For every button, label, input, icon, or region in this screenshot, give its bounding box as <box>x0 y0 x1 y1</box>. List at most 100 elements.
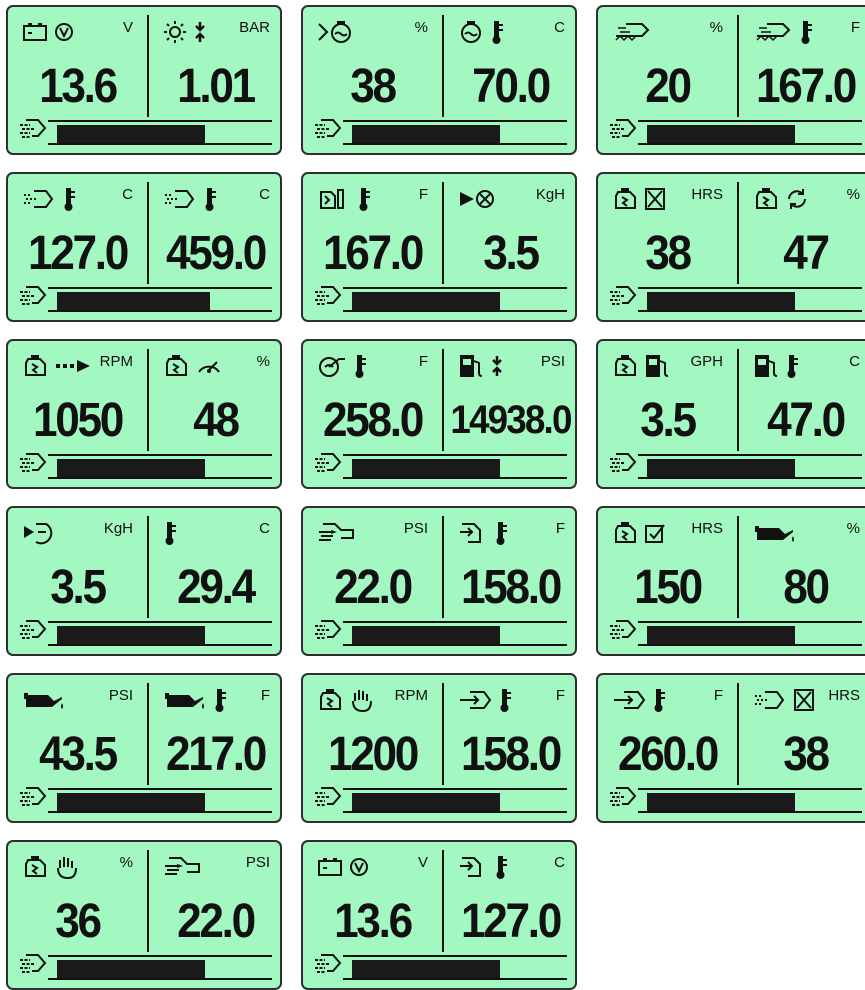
intake-manifold-icon <box>612 20 652 44</box>
hand-icon <box>54 854 78 880</box>
unit-label: KgH <box>535 186 565 203</box>
sensor-icons <box>22 184 76 214</box>
turbo-wind-icon <box>608 117 638 141</box>
load-bar <box>352 960 500 978</box>
left-reading: F 167.0 <box>303 174 442 284</box>
gauge-panel[interactable]: RPM 1050% 48 <box>6 339 282 489</box>
thermometer-icon <box>498 687 512 713</box>
unit-label: GPH <box>690 353 723 370</box>
bar-bottom-line <box>638 644 862 646</box>
right-reading: PSI 14938.0 <box>444 341 577 451</box>
engine-icon <box>612 353 638 379</box>
bar-bottom-line <box>48 310 272 312</box>
inlet-icon <box>458 688 492 712</box>
engine-load-icon <box>317 20 357 44</box>
pressure-arrows-icon <box>490 354 504 378</box>
sensor-icons <box>163 518 177 548</box>
gauge-panel[interactable]: % 38 C 70.0 <box>301 5 577 155</box>
left-reading: V 13.6 <box>303 842 442 952</box>
gauge-panel[interactable]: GPH 3.5 C 47.0 <box>596 339 865 489</box>
bar-top-line <box>48 955 272 957</box>
bar-bottom-line <box>343 477 567 479</box>
left-reading: % 20 <box>598 7 737 117</box>
bar-top-line <box>48 621 272 623</box>
gauge-panel[interactable]: F 258.0 PSI 14938.0 <box>301 339 577 489</box>
left-reading: KgH 3.5 <box>8 508 147 618</box>
gauge-icon <box>195 354 223 378</box>
reading-value: 260.0 <box>617 728 719 781</box>
load-bar <box>647 626 795 644</box>
turbo-wind-icon <box>313 618 343 642</box>
unit-label: % <box>414 19 428 36</box>
gauge-panel[interactable]: % 20 F 167.0 <box>596 5 865 155</box>
intake-return-icon <box>458 520 488 546</box>
unit-label: % <box>709 19 723 36</box>
left-reading: GPH 3.5 <box>598 341 737 451</box>
turbo-wind-icon <box>18 284 48 308</box>
reading-value: 14938.0 <box>450 398 572 442</box>
sensor-icons <box>458 351 504 381</box>
turbo-wind-icon <box>608 785 638 809</box>
gauge-panel[interactable]: F 167.0 KgH 3.5 <box>301 172 577 322</box>
right-reading: F 167.0 <box>739 7 865 117</box>
unit-label: RPM <box>394 687 428 704</box>
gauge-panel[interactable]: RPM 1200 F 158.0 <box>301 673 577 823</box>
left-reading: F 260.0 <box>598 675 737 785</box>
cycle-icon <box>785 187 809 211</box>
bar-bottom-line <box>638 477 862 479</box>
bar-bottom-line <box>343 978 567 980</box>
load-bar <box>57 793 205 811</box>
fuel-pump-icon <box>753 353 779 379</box>
gauge-panel[interactable]: % 36 PSI 22.0 <box>6 840 282 990</box>
engine-block-icon <box>317 186 351 212</box>
unit-label: PSI <box>245 854 270 871</box>
bar-top-line <box>343 788 567 790</box>
bar-top-line <box>638 788 862 790</box>
sensor-icons <box>612 518 666 548</box>
unit-label: F <box>260 687 270 704</box>
gauge-panel[interactable]: PSI 43.5 F 217.0 <box>6 673 282 823</box>
engine-icon <box>163 353 189 379</box>
engine-icon <box>612 520 638 546</box>
reading-value: 38 <box>783 728 830 781</box>
load-bar <box>352 292 500 310</box>
bar-top-line <box>343 621 567 623</box>
right-reading: % 48 <box>149 341 282 451</box>
sensor-icons <box>753 518 797 548</box>
arrow-right-icon <box>54 358 94 374</box>
gauge-panel[interactable]: HRS 38% 47 <box>596 172 865 322</box>
load-bar <box>647 459 795 477</box>
reading-value: 22.0 <box>177 895 256 948</box>
gauge-panel[interactable]: V 13.6 C 127.0 <box>301 840 577 990</box>
sensor-icons <box>612 17 652 47</box>
sensor-icons <box>753 685 815 715</box>
gauge-panel[interactable]: HRS 150% 80 <box>596 506 865 656</box>
right-reading: C 70.0 <box>444 7 577 117</box>
unit-label: F <box>555 687 565 704</box>
reading-value: 70.0 <box>472 60 551 113</box>
sensor-icons <box>22 17 74 47</box>
reading-value: 3.5 <box>483 227 540 280</box>
bar-bottom-line <box>48 978 272 980</box>
sensor-icons <box>753 17 813 47</box>
intake-pressure-icon <box>317 520 357 546</box>
load-bar <box>57 960 205 978</box>
turbo-wind-icon <box>18 785 48 809</box>
sensor-icons <box>612 685 666 715</box>
bar-top-line <box>638 287 862 289</box>
load-bar <box>352 793 500 811</box>
sensor-icons <box>317 17 357 47</box>
bar-bottom-line <box>343 644 567 646</box>
gauge-panel[interactable]: F 260.0 HRS 38 <box>596 673 865 823</box>
gauge-panel[interactable]: C 127.0 C 459.0 <box>6 172 282 322</box>
oil-can-icon <box>163 687 207 713</box>
reading-value: 3.5 <box>50 561 107 614</box>
unit-label: C <box>554 854 565 871</box>
gauge-panel[interactable]: PSI 22.0 F 158.0 <box>301 506 577 656</box>
gauge-panel[interactable]: V 13.6 BAR 1.01 <box>6 5 282 155</box>
sensor-icons <box>317 184 371 214</box>
unit-label: PSI <box>108 687 133 704</box>
gauge-panel[interactable]: KgH 3.5 C 29.4 <box>6 506 282 656</box>
right-reading: % 80 <box>739 508 865 618</box>
sensor-icons <box>458 17 504 47</box>
